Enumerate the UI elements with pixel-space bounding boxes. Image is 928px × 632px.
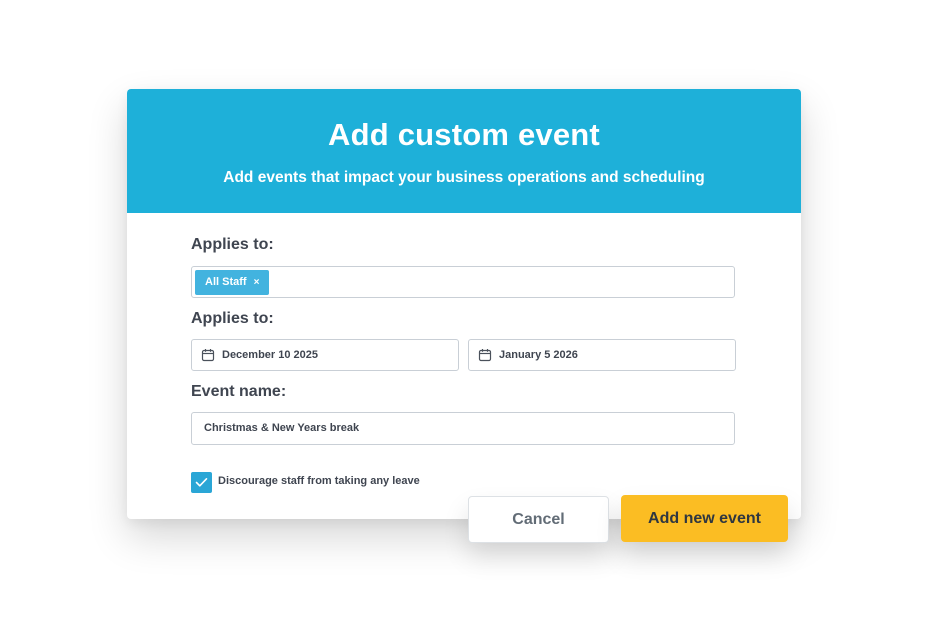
- end-date-value: January 5 2026: [499, 349, 578, 361]
- event-name-value: Christmas & New Years break: [204, 422, 360, 434]
- start-date-value: December 10 2025: [222, 349, 319, 361]
- discourage-leave-checkbox[interactable]: [191, 472, 212, 493]
- calendar-icon: [478, 349, 492, 362]
- start-date-field[interactable]: December 10 2025: [191, 339, 459, 371]
- calendar-icon: [201, 349, 215, 362]
- dialog-title: Add custom event: [328, 117, 600, 152]
- tag-all-staff: All Staff ×: [195, 270, 270, 295]
- dates-label: Applies to:: [191, 310, 274, 327]
- dialog-subtitle: Add events that impact your business ope…: [223, 169, 705, 186]
- applies-to-tag-input[interactable]: All Staff ×: [191, 266, 735, 298]
- checkmark-icon: [195, 477, 208, 487]
- applies-to-label: Applies to:: [191, 236, 274, 253]
- event-name-label: Event name:: [191, 383, 287, 400]
- dialog-header: Add custom event Add events that impact …: [127, 89, 801, 213]
- add-event-dialog: Add custom event Add events that impact …: [127, 89, 801, 519]
- tag-label: All Staff: [205, 276, 247, 288]
- cancel-button[interactable]: Cancel: [468, 496, 609, 543]
- event-name-input[interactable]: Christmas & New Years break: [191, 412, 735, 445]
- page: Add custom event Add events that impact …: [0, 0, 928, 632]
- add-new-event-button[interactable]: Add new event: [621, 495, 788, 542]
- end-date-field[interactable]: January 5 2026: [468, 339, 736, 371]
- tag-remove-icon[interactable]: ×: [254, 277, 260, 288]
- discourage-leave-label: Discourage staff from taking any leave: [218, 475, 420, 487]
